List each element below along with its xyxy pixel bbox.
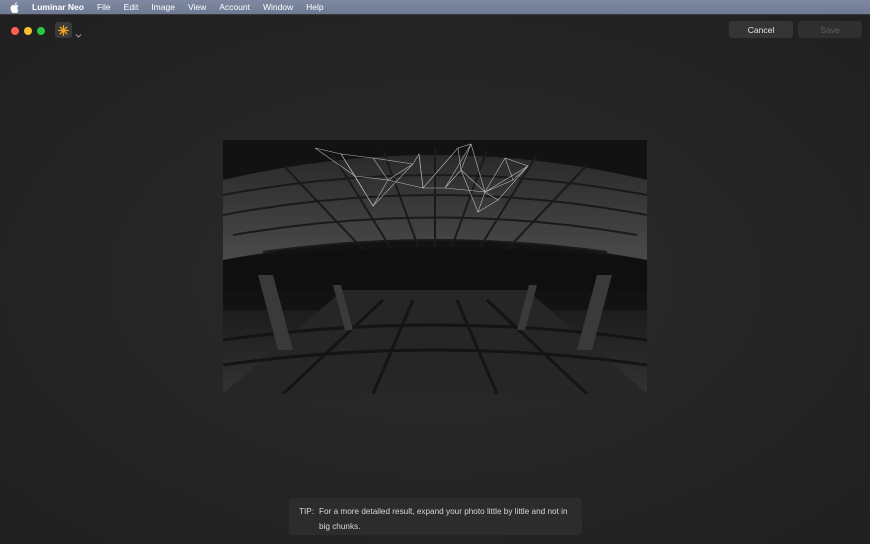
menu-item-file[interactable]: File bbox=[97, 2, 111, 12]
menu-item-window[interactable]: Window bbox=[263, 2, 293, 12]
menu-item-account[interactable]: Account bbox=[219, 2, 250, 12]
cancel-button[interactable]: Cancel bbox=[729, 21, 793, 38]
photo-canvas[interactable] bbox=[223, 140, 647, 394]
menu-item-edit[interactable]: Edit bbox=[124, 2, 139, 12]
app-window: Cancel Save TIP: For a more detailed res… bbox=[0, 14, 870, 544]
minimize-window-button[interactable] bbox=[24, 27, 32, 35]
chevron-down-icon[interactable] bbox=[75, 26, 82, 38]
tip-banner: TIP: For a more detailed result, expand … bbox=[289, 498, 582, 535]
luminar-logo-icon[interactable] bbox=[55, 22, 72, 38]
photo-image bbox=[223, 140, 647, 394]
menu-item-help[interactable]: Help bbox=[306, 2, 323, 12]
menu-item-view[interactable]: View bbox=[188, 2, 206, 12]
apple-icon[interactable] bbox=[10, 2, 20, 13]
tip-text: For a more detailed result, expand your … bbox=[319, 507, 568, 531]
menu-item-image[interactable]: Image bbox=[151, 2, 175, 12]
zoom-window-button[interactable] bbox=[37, 27, 45, 35]
window-controls bbox=[11, 27, 45, 35]
menu-item-app[interactable]: Luminar Neo bbox=[32, 2, 84, 12]
close-window-button[interactable] bbox=[11, 27, 19, 35]
menu-bar: Luminar Neo File Edit Image View Account… bbox=[0, 0, 870, 14]
save-button[interactable]: Save bbox=[798, 21, 862, 38]
tip-label: TIP: bbox=[299, 507, 315, 516]
